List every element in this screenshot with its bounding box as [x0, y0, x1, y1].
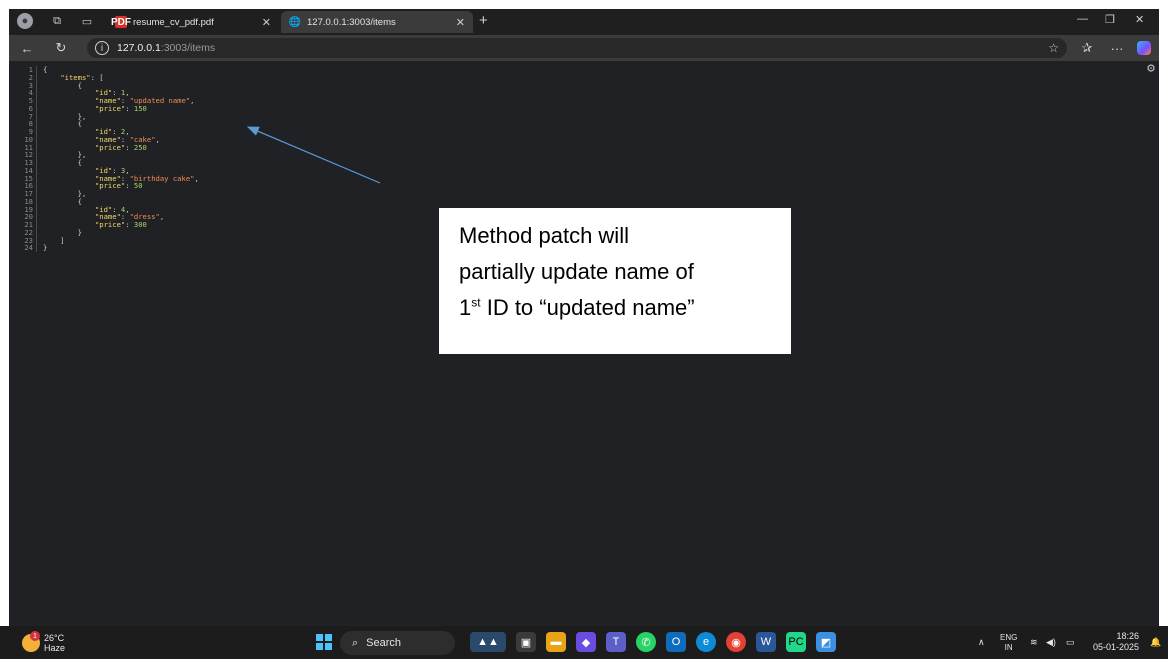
json-key: "price" [94, 142, 126, 152]
annotation-line-2: partially update name of [459, 259, 694, 284]
weather-widget[interactable]: 1 26°C Haze [22, 631, 66, 653]
clock-time: 18:26 [1116, 631, 1140, 641]
code-line: } [43, 243, 48, 253]
json-key: "price" [94, 220, 126, 229]
copilot-icon[interactable] [1137, 41, 1151, 55]
show-hidden-icons[interactable]: ∧ [978, 626, 985, 659]
edge-icon[interactable]: e [696, 632, 716, 652]
task-view-icon[interactable]: ▣ [516, 632, 536, 652]
annotation-callout: Method patch will partially update name … [438, 207, 792, 355]
battery-icon[interactable]: ▭ [1066, 626, 1075, 659]
site-info-icon[interactable]: i [95, 41, 109, 55]
wifi-icon[interactable]: ≋ [1030, 626, 1038, 659]
json-number: 150 [133, 103, 147, 113]
line-number-gutter: 1 2 3 4 5 6 7 8 9 10 11 12 13 14 15 16 17 18 19 20 21 22 23 24 [9, 66, 37, 252]
search-icon: ⌕ [352, 636, 359, 649]
restore-button[interactable]: ❐ [1105, 13, 1115, 26]
weather-sun-icon: 1 [22, 631, 40, 652]
tab-title: resume_cv_pdf.pdf [133, 16, 214, 28]
system-clock[interactable]: 18:26 05-01-2025 [1093, 631, 1139, 653]
annotation-line-3: 1st ID to “updated name” [459, 290, 771, 326]
json-number: 300 [133, 220, 147, 229]
tab-resume-pdf[interactable]: PDF resume_cv_pdf.pdf ✕ [107, 11, 279, 33]
json-key: "price" [94, 103, 126, 113]
notification-badge: 1 [30, 631, 40, 641]
back-icon[interactable]: ← [19, 40, 35, 56]
windows-start-icon[interactable] [314, 632, 334, 652]
taskbar-search[interactable]: ⌕ Search [340, 631, 455, 655]
widgets-icon[interactable]: ▲▲ [470, 632, 506, 652]
whatsapp-icon[interactable]: ✆ [636, 632, 656, 652]
pycharm-icon[interactable]: PC [786, 632, 806, 652]
favorite-star-icon[interactable]: ☆ [1048, 41, 1059, 55]
temperature: 26°C [44, 633, 65, 643]
gear-icon[interactable]: ⚙ [1147, 62, 1155, 75]
tab-items[interactable]: 🌐 127.0.0.1:3003/items ✕ [281, 11, 473, 33]
json-code: { "items": [ { "id": 1, "name": "updated… [43, 66, 199, 252]
tab-actions-icon[interactable]: ▭ [79, 13, 95, 29]
annotation-ordinal: 1 [459, 295, 472, 320]
volume-icon[interactable]: ◀) [1046, 626, 1056, 659]
refresh-icon[interactable]: ↻ [53, 40, 69, 56]
address-bar[interactable]: i 127.0.0.1:3003/items ☆ [87, 38, 1067, 58]
profile-avatar-icon[interactable]: ● [17, 13, 33, 29]
file-explorer-icon[interactable]: ▬ [546, 632, 566, 652]
close-icon[interactable]: ✕ [262, 16, 271, 29]
language-bottom: IN [1004, 642, 1013, 652]
tab-title: 127.0.0.1:3003/items [307, 16, 396, 28]
language-indicator[interactable]: ENG IN [1000, 626, 1017, 659]
close-window-button[interactable]: ✕ [1135, 13, 1144, 26]
address-path: :3003/items [160, 42, 216, 54]
json-number: 250 [133, 142, 147, 152]
json-key: "price" [94, 181, 126, 191]
pdf-icon: PDF [111, 16, 131, 28]
search-label: Search [366, 637, 402, 649]
favorites-icon[interactable]: ✰ [1079, 40, 1095, 56]
annotation-text: ID to “updated name” [480, 295, 695, 320]
notifications-bell-icon[interactable]: 🔔 [1150, 626, 1161, 659]
close-icon[interactable]: ✕ [456, 16, 465, 29]
photos-icon[interactable]: ◩ [816, 632, 836, 652]
annotation-line-1: Method patch will [459, 223, 629, 248]
copilot-app-icon[interactable]: ◆ [576, 632, 596, 652]
more-options-icon[interactable]: ··· [1109, 40, 1125, 56]
tab-strip: ● ⧉ ▭ PDF resume_cv_pdf.pdf ✕ 🌐 127.0.0.… [9, 9, 1159, 35]
globe-icon: 🌐 [288, 16, 302, 28]
annotation-superscript: st [471, 295, 481, 310]
windows-taskbar: 1 26°C Haze ⌕ Search ▲▲ ▣ ▬ ◆ T ✆ O e ◉ … [0, 626, 1168, 659]
minimize-button[interactable]: — [1077, 13, 1088, 25]
json-number: 50 [133, 181, 143, 191]
chrome-icon[interactable]: ◉ [726, 632, 746, 652]
browser-toolbar: ← ↻ i 127.0.0.1:3003/items ☆ ✰ ··· [9, 35, 1159, 61]
clock-date: 05-01-2025 [1093, 642, 1140, 652]
workspaces-icon[interactable]: ⧉ [49, 13, 65, 29]
weather-condition: Haze [44, 643, 66, 653]
outlook-icon[interactable]: O [666, 632, 686, 652]
teams-icon[interactable]: T [606, 632, 626, 652]
language-top: ENG [1000, 632, 1018, 642]
code-line: ] [43, 235, 65, 245]
word-icon[interactable]: W [756, 632, 776, 652]
line-number: 24 [24, 243, 33, 253]
address-host: 127.0.0.1 [117, 42, 161, 54]
new-tab-button[interactable]: + [479, 12, 488, 29]
code-line: } [43, 227, 82, 237]
